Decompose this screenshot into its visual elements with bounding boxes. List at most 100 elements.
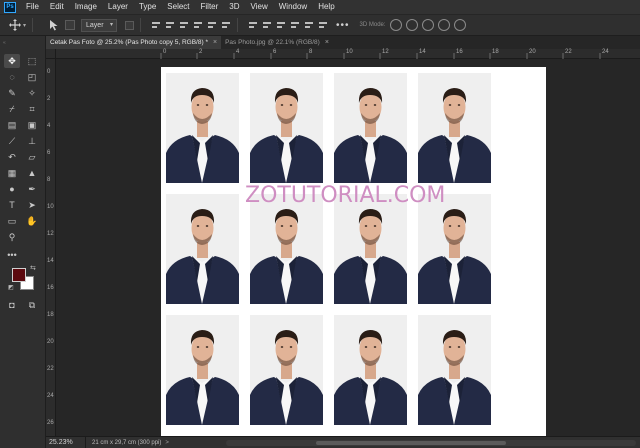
history-brush-tool-icon[interactable]: ↶ [4,150,20,164]
passport-photo[interactable] [250,315,323,425]
align-top-icon[interactable] [151,20,161,30]
auto-select-target-dropdown[interactable]: Layer ▾ [81,18,118,32]
type-tool-icon[interactable]: T [4,198,20,212]
menu-edit[interactable]: Edit [45,0,70,14]
tool-preset-chevron-icon[interactable]: ▾ [23,22,26,29]
hand-tool-icon[interactable]: ✋ [24,214,40,228]
distribute-left-icon[interactable] [290,20,300,30]
photoshop-logo[interactable]: Ps [4,1,16,13]
passport-photo[interactable] [250,73,323,183]
distribute-top-icon[interactable] [248,20,258,30]
horizontal-scrollbar[interactable] [226,440,636,446]
blur-tool-icon[interactable]: ▲ [24,166,40,180]
menu-3d[interactable]: 3D [224,0,245,14]
options-bar: ▾ Layer ▾ ••• 3D Mode: [0,14,640,36]
ruler-origin[interactable] [46,49,56,59]
zoom-level[interactable]: 25.23% [46,437,86,448]
passport-photo[interactable] [334,73,407,183]
menu-layer[interactable]: Layer [103,0,134,14]
ruler-tick-label: 24 [47,393,54,399]
3d-slide-icon[interactable] [437,19,450,31]
align-bottom-icon[interactable] [179,20,189,30]
quick-select-tool-icon[interactable]: ✎ [4,86,20,100]
align-horizontal-center-icon[interactable] [207,20,217,30]
frame-tool-icon[interactable]: ▣ [24,118,40,132]
show-transform-controls-checkbox[interactable] [125,20,135,30]
passport-photo[interactable] [166,315,239,425]
auto-select-checkbox[interactable] [65,20,76,30]
3d-roll-icon[interactable] [405,19,418,31]
passport-photo[interactable] [418,73,491,183]
menu-view[interactable]: View [246,0,274,14]
passport-photo[interactable] [166,194,239,304]
brush-tool-icon[interactable]: ⟋ [4,134,20,148]
eraser-tool-icon[interactable]: ▱ [24,150,40,164]
auto-select-target-value: Layer [86,21,104,29]
menu-select[interactable]: Select [162,0,195,14]
tab-pas-photo[interactable]: Pas Photo.jpg @ 22.1% (RGB/8) × [221,36,333,49]
distribute-vertical-center-icon[interactable] [262,20,272,30]
object-select-tool-icon[interactable]: ◰ [24,70,40,84]
canvas-area[interactable]: ZOTUTORIAL.COM [56,59,640,436]
ruler-tick-label: 2 [47,96,51,102]
distribute-horizontal-center-icon[interactable] [304,20,314,30]
swap-colors-icon[interactable]: ⇆ [30,264,36,272]
3d-scale-icon[interactable] [453,19,466,31]
screen-mode-icon[interactable]: ⧉ [24,298,40,312]
menu-file[interactable]: File [21,0,45,14]
foreground-color-swatch[interactable] [12,268,26,282]
quick-mask-icon[interactable]: ◘ [4,298,20,312]
close-icon[interactable]: × [325,36,329,49]
align-left-icon[interactable] [193,20,203,30]
default-colors-icon[interactable]: ◩ [8,284,14,291]
menu-help[interactable]: Help [313,0,340,14]
dodge-tool-icon[interactable]: ● [4,182,20,196]
passport-photo[interactable] [418,315,491,425]
magic-wand-tool-icon[interactable]: ✧ [24,86,40,100]
move-tool-icon[interactable]: ✥ [4,54,20,68]
passport-photo[interactable] [334,194,407,304]
3d-orbit-icon[interactable] [389,19,402,31]
align-right-icon[interactable] [221,20,231,30]
horizontal-ruler[interactable]: 0 2 4 6 8 10 12 14 16 18 20 22 24 [56,49,640,59]
pen-tool-icon[interactable]: ✒ [24,182,40,196]
document-page[interactable]: ZOTUTORIAL.COM [161,67,546,436]
menu-window[interactable]: Window [274,0,313,14]
collapse-panel-icon[interactable]: « [3,40,6,46]
scrollbar-thumb[interactable] [316,441,506,445]
more-tools-icon[interactable]: ••• [4,248,20,262]
tab-cetak-pas-foto[interactable]: Cetak Pas Foto @ 25.2% (Pas Photo copy 5… [46,36,222,49]
spot-healing-tool-icon[interactable]: ▤ [4,118,20,132]
eyedropper-tool-icon[interactable]: ⌿ [4,102,20,116]
document-info[interactable]: 21 cm x 29,7 cm (300 ppi) [86,440,161,446]
passport-photo[interactable] [250,194,323,304]
more-options-icon[interactable]: ••• [336,20,350,31]
vertical-ruler[interactable]: 0 2 4 6 8 10 12 14 16 18 20 22 24 26 [46,59,56,436]
crop-tool-icon[interactable]: ⌗ [24,102,40,116]
ruler-tick-label: 6 [273,49,277,55]
ruler-tick-label: 16 [47,285,54,291]
close-icon[interactable]: × [213,36,217,49]
distribute-right-icon[interactable] [318,20,328,30]
distribute-bottom-icon[interactable] [276,20,286,30]
clone-stamp-tool-icon[interactable]: ⊥ [24,134,40,148]
zoom-tool-icon[interactable]: ⚲ [4,230,20,244]
ruler-tick-label: 10 [47,204,54,210]
lasso-tool-icon[interactable]: ◌ [4,70,20,84]
3d-pan-icon[interactable] [421,19,434,31]
passport-photo[interactable] [418,194,491,304]
passport-photo[interactable] [166,73,239,183]
path-select-tool-icon[interactable]: ➤ [24,198,40,212]
menu-filter[interactable]: Filter [196,0,225,14]
menu-type[interactable]: Type [134,0,162,14]
align-vertical-center-icon[interactable] [165,20,175,30]
passport-photo[interactable] [334,315,407,425]
menu-image[interactable]: Image [70,0,103,14]
rectangle-tool-icon[interactable]: ▭ [4,214,20,228]
marquee-tool-icon[interactable]: ⬚ [24,54,40,68]
move-tool-icon[interactable] [8,18,22,32]
status-menu-arrow-icon[interactable]: > [165,440,169,446]
gradient-tool-icon[interactable]: ▦ [4,166,20,180]
auto-select-icon [47,18,61,32]
separator [140,18,142,32]
